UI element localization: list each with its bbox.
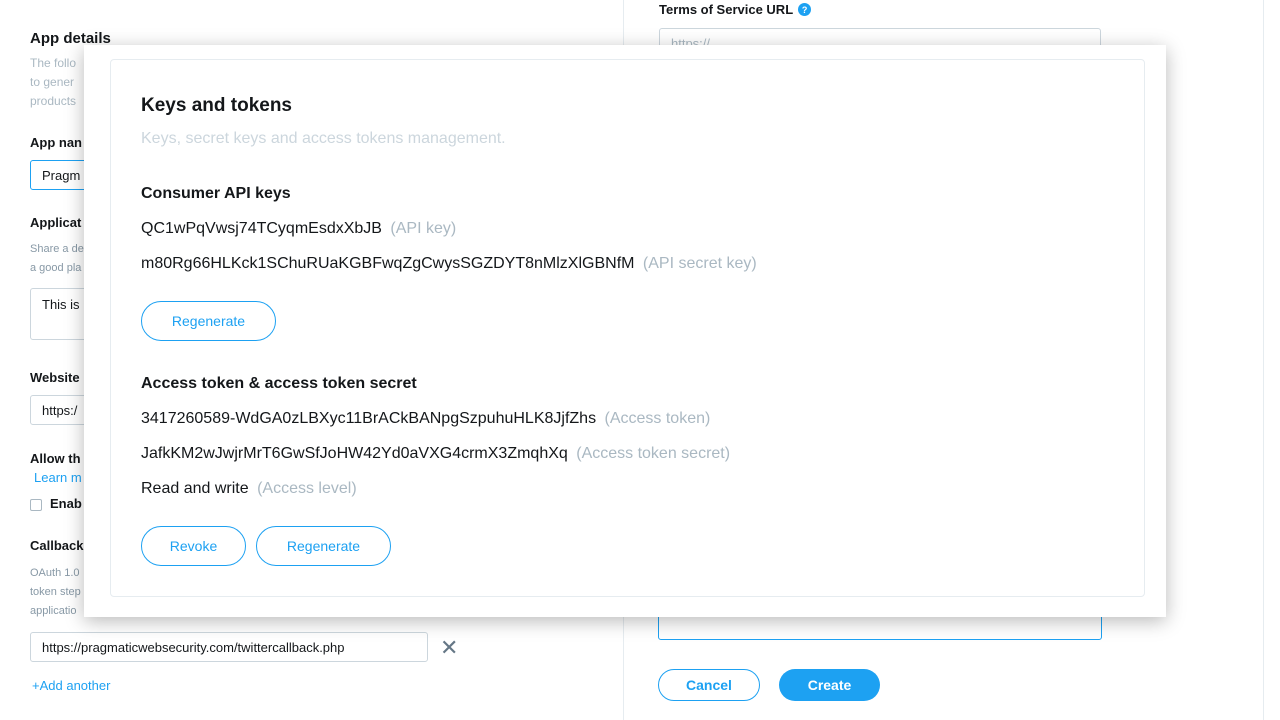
api-key-row: QC1wPqVwsj74TCyqmEsdxXbJB (API key) bbox=[141, 220, 456, 238]
website-label: Website bbox=[30, 370, 80, 385]
access-token-heading: Access token & access token secret bbox=[141, 375, 417, 392]
callback-urls-label: Callback bbox=[30, 538, 84, 553]
app-name-label: App nan bbox=[30, 135, 82, 150]
modal-title: Keys and tokens bbox=[141, 95, 292, 116]
access-level-hint: (Access level) bbox=[257, 480, 357, 497]
app-details-desc-3: products bbox=[30, 94, 77, 108]
access-token-secret-row: JafkKM2wJwjrMrT6GwSfJoHW42Yd0aVXG4crmX3Z… bbox=[141, 445, 730, 463]
access-level-row: Read and write (Access level) bbox=[141, 480, 357, 498]
regenerate-consumer-keys-button[interactable]: Regenerate bbox=[141, 301, 276, 341]
access-level-value: Read and write bbox=[141, 480, 249, 497]
enable-signin-checkbox[interactable] bbox=[30, 499, 42, 511]
api-key-value: QC1wPqVwsj74TCyqmEsdxXbJB bbox=[141, 220, 382, 237]
enable-signin-label: Enab bbox=[50, 496, 82, 511]
keys-and-tokens-modal: Keys and tokens Keys, secret keys and ac… bbox=[84, 45, 1166, 617]
create-button[interactable]: Create bbox=[779, 669, 880, 701]
add-another-link[interactable]: +Add another bbox=[32, 678, 110, 693]
api-key-hint: (API key) bbox=[390, 220, 457, 237]
api-secret-value: m80Rg66HLKck1SChuRUaKGBFwqZgCwysSGZDYT8n… bbox=[141, 255, 635, 272]
callback-url-input[interactable]: https://pragmaticwebsecurity.com/twitter… bbox=[30, 632, 428, 662]
application-description-help-2: a good pla bbox=[30, 262, 82, 274]
app-details-desc-1: The follo bbox=[30, 56, 77, 70]
allow-signin-label: Allow th bbox=[30, 451, 81, 466]
callback-help-2: token step bbox=[30, 586, 81, 598]
access-token-hint: (Access token) bbox=[604, 410, 711, 427]
modal-subtitle: Keys, secret keys and access tokens mana… bbox=[141, 130, 506, 147]
callback-help-3: applicatio bbox=[30, 605, 77, 617]
terms-of-service-label: Terms of Service URL ? bbox=[659, 2, 812, 17]
keys-and-tokens-panel: Keys and tokens Keys, secret keys and ac… bbox=[110, 59, 1145, 597]
cancel-button[interactable]: Cancel bbox=[658, 669, 760, 701]
api-secret-row: m80Rg66HLKck1SChuRUaKGBFwqZgCwysSGZDYT8n… bbox=[141, 255, 757, 273]
api-secret-hint: (API secret key) bbox=[642, 255, 757, 272]
add-another-label: Add another bbox=[39, 678, 111, 693]
callback-help-1: OAuth 1.0 bbox=[30, 567, 80, 579]
application-description-help-1: Share a de bbox=[30, 243, 84, 255]
consumer-api-keys-heading: Consumer API keys bbox=[141, 185, 291, 202]
access-token-secret-value: JafkKM2wJwjrMrT6GwSfJoHW42Yd0aVXG4crmX3Z… bbox=[141, 445, 568, 462]
access-token-secret-hint: (Access token secret) bbox=[576, 445, 731, 462]
revoke-button[interactable]: Revoke bbox=[141, 526, 246, 566]
terms-of-service-text: Terms of Service URL bbox=[659, 2, 794, 17]
application-description-label: Applicat bbox=[30, 215, 82, 230]
access-token-row: 3417260589-WdGA0zLBXyc11BrACkBANpgSzpuhu… bbox=[141, 410, 710, 428]
remove-callback-icon[interactable]: ✕ bbox=[440, 637, 458, 659]
access-token-value: 3417260589-WdGA0zLBXyc11BrACkBANpgSzpuhu… bbox=[141, 410, 597, 427]
regenerate-access-token-button[interactable]: Regenerate bbox=[256, 526, 391, 566]
learn-more-link[interactable]: Learn m bbox=[34, 470, 82, 485]
app-details-desc-2: to gener bbox=[30, 75, 75, 89]
help-icon[interactable]: ? bbox=[798, 3, 812, 16]
